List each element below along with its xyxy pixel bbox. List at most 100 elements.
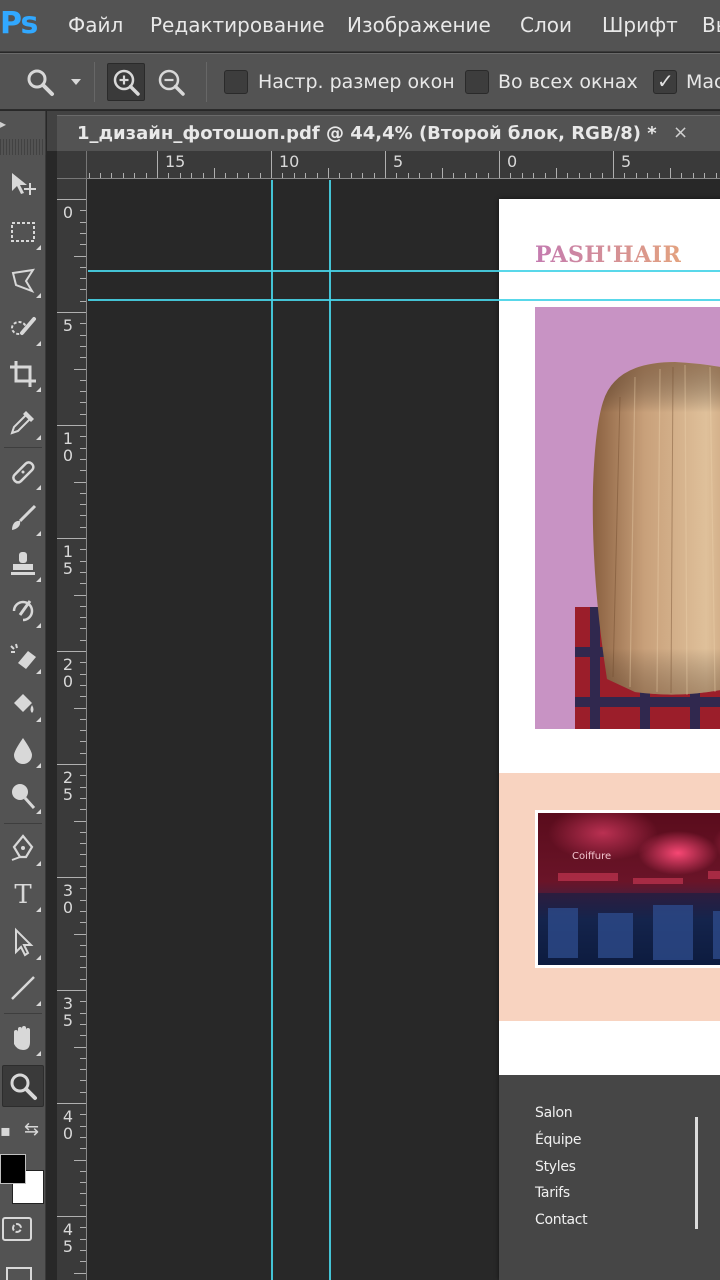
foreground-color-swatch[interactable] bbox=[0, 1154, 26, 1184]
ruler-tick bbox=[74, 1046, 86, 1048]
menu-select[interactable]: Вы bbox=[702, 13, 720, 37]
zoom-out-icon[interactable] bbox=[152, 63, 190, 101]
ruler-tick bbox=[80, 809, 86, 811]
guide-vertical[interactable] bbox=[271, 180, 273, 1280]
resize-windows-checkbox[interactable] bbox=[224, 70, 248, 94]
line-tool-icon[interactable] bbox=[2, 967, 44, 1009]
ruler-tick bbox=[88, 173, 90, 178]
ruler-tick bbox=[74, 255, 86, 257]
ruler-tick bbox=[80, 221, 86, 223]
menu-file[interactable]: Файл bbox=[68, 13, 123, 37]
path-selection-tool-icon[interactable] bbox=[2, 921, 44, 963]
ruler-tick bbox=[57, 1216, 86, 1217]
ruler-tick bbox=[271, 151, 272, 178]
ruler-tick bbox=[624, 173, 626, 178]
zoom-tool-preset-icon[interactable] bbox=[22, 64, 58, 100]
footer-link-styles[interactable]: Styles bbox=[535, 1159, 576, 1175]
scrubby-zoom-label: Мас bbox=[686, 71, 720, 93]
footer-link-contact[interactable]: Contact bbox=[535, 1212, 588, 1228]
footer-link-tarifs[interactable]: Tarifs bbox=[535, 1185, 570, 1201]
panel-collapse-icon[interactable]: ▸ bbox=[0, 117, 6, 131]
default-colors-icon[interactable]: ▪ bbox=[0, 1121, 11, 1140]
footer-divider bbox=[695, 1117, 698, 1229]
paint-bucket-tool-icon[interactable] bbox=[2, 683, 44, 725]
ruler-tick bbox=[80, 244, 86, 246]
zoom-tool-icon[interactable] bbox=[2, 1065, 44, 1107]
ruler-label: 5 bbox=[62, 785, 74, 804]
ruler-tick bbox=[80, 639, 86, 641]
canvas-area[interactable]: PASH'HAIR Coiffure Salon Équipe Styles T… bbox=[88, 180, 720, 1280]
ruler-tick bbox=[111, 173, 113, 178]
ruler-tick bbox=[339, 173, 341, 178]
footer-link-salon[interactable]: Salon bbox=[535, 1105, 573, 1121]
footer-link-equipe[interactable]: Équipe bbox=[535, 1132, 582, 1148]
ruler-tick bbox=[80, 1148, 86, 1150]
ruler-tick bbox=[80, 854, 86, 856]
ruler-tick bbox=[80, 515, 86, 517]
guide-vertical[interactable] bbox=[329, 180, 331, 1280]
menu-layers[interactable]: Слои bbox=[520, 13, 572, 37]
ruler-tick bbox=[80, 583, 86, 585]
ruler-tick bbox=[635, 173, 637, 178]
photoshop-logo: Ps bbox=[0, 6, 38, 41]
menu-edit[interactable]: Редактирование bbox=[150, 13, 325, 37]
ruler-tick bbox=[74, 1159, 86, 1161]
eyedropper-tool-icon[interactable] bbox=[2, 401, 44, 443]
pen-tool-icon[interactable] bbox=[2, 827, 44, 869]
move-tool-icon[interactable] bbox=[2, 163, 44, 205]
ruler-tick bbox=[80, 1182, 86, 1184]
vertical-ruler[interactable]: 051015202530354045 bbox=[57, 179, 87, 1280]
history-brush-tool-icon[interactable] bbox=[2, 589, 44, 631]
type-tool-icon[interactable]: T bbox=[2, 873, 44, 915]
ruler-tick bbox=[80, 300, 86, 302]
ruler-tick bbox=[419, 173, 421, 178]
salon-sign-text: Coiffure bbox=[572, 851, 611, 862]
ruler-tick bbox=[145, 173, 147, 178]
horizontal-ruler[interactable]: 15 10 5 0 5 bbox=[87, 151, 720, 179]
quick-selection-tool-icon[interactable] bbox=[2, 307, 44, 349]
ruler-tick bbox=[100, 173, 101, 178]
quick-mask-icon[interactable] bbox=[2, 1217, 32, 1241]
ruler-tick bbox=[442, 168, 443, 178]
ruler-tick bbox=[80, 718, 86, 720]
dodge-tool-icon[interactable] bbox=[2, 775, 44, 817]
ruler-label: 0 bbox=[62, 672, 74, 691]
ruler-tick bbox=[80, 899, 86, 901]
close-tab-icon[interactable]: × bbox=[673, 122, 688, 143]
document-tab[interactable]: 1_дизайн_фотошоп.pdf @ 44,4% (Второй бло… bbox=[57, 115, 720, 151]
blur-tool-icon[interactable] bbox=[2, 729, 44, 771]
all-windows-checkbox[interactable] bbox=[465, 70, 489, 94]
guide-horizontal[interactable] bbox=[88, 299, 720, 301]
chevron-down-icon[interactable] bbox=[66, 72, 86, 92]
healing-brush-tool-icon[interactable] bbox=[2, 451, 44, 493]
ruler-tick bbox=[122, 173, 124, 178]
panel-grip[interactable] bbox=[0, 139, 46, 155]
ruler-label: 5 bbox=[62, 316, 74, 335]
ruler-tick bbox=[80, 436, 86, 438]
brush-tool-icon[interactable] bbox=[2, 497, 44, 539]
clone-stamp-tool-icon[interactable] bbox=[2, 543, 44, 585]
marquee-tool-icon[interactable] bbox=[2, 211, 44, 253]
crop-tool-icon[interactable] bbox=[2, 353, 44, 395]
zoom-in-icon[interactable] bbox=[107, 63, 145, 101]
ruler-tick bbox=[74, 1272, 86, 1274]
menu-type[interactable]: Шрифт bbox=[602, 13, 678, 37]
guide-horizontal[interactable] bbox=[88, 270, 720, 272]
ruler-origin[interactable] bbox=[57, 151, 87, 179]
hand-tool-icon[interactable] bbox=[2, 1017, 44, 1059]
ruler-tick bbox=[80, 357, 86, 359]
eraser-tool-icon[interactable] bbox=[2, 635, 44, 677]
ruler-label: 5 bbox=[621, 152, 632, 171]
ruler-tick bbox=[396, 173, 398, 178]
ruler-tick bbox=[248, 173, 250, 178]
lasso-tool-icon[interactable] bbox=[2, 259, 44, 301]
ruler-tick bbox=[80, 1125, 86, 1127]
artboard-page[interactable]: PASH'HAIR Coiffure Salon Équipe Styles T… bbox=[499, 199, 720, 1280]
menu-image[interactable]: Изображение bbox=[347, 13, 491, 37]
ruler-tick bbox=[80, 1170, 86, 1172]
ruler-tick bbox=[385, 151, 386, 178]
swap-colors-icon[interactable]: ⇆ bbox=[24, 1119, 39, 1140]
screen-mode-icon[interactable] bbox=[6, 1267, 32, 1280]
ruler-tick bbox=[80, 447, 86, 449]
scrubby-zoom-checkbox[interactable] bbox=[653, 69, 677, 94]
